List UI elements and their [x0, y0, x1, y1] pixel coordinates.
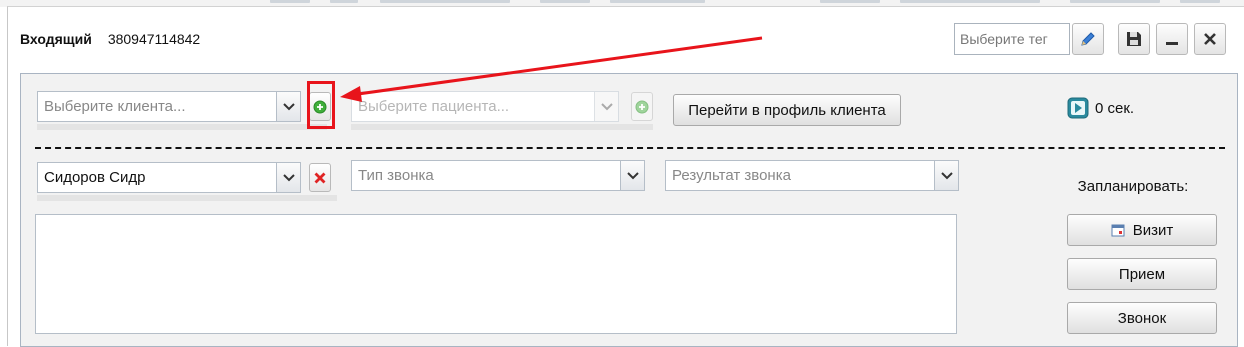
client-select-underline: [37, 124, 327, 130]
dialog-header: Входящий 380947114842: [20, 29, 200, 49]
add-patient-button[interactable]: [631, 92, 653, 121]
tag-select-input[interactable]: [954, 23, 1070, 55]
red-x-icon: [314, 172, 326, 183]
client-select-dropdown-button[interactable]: [276, 92, 300, 121]
floppy-disk-icon: [1127, 32, 1141, 46]
call-result-select-placeholder: Результат звонка: [672, 167, 791, 184]
call-duration: 0 сек.: [1095, 99, 1135, 117]
patient-select[interactable]: Выберите пациента...: [351, 91, 619, 122]
schedule-visit-label: Визит: [1132, 221, 1174, 239]
call-notes-textarea[interactable]: [35, 214, 957, 334]
play-icon[interactable]: [1067, 97, 1089, 119]
close-icon: [1204, 33, 1216, 45]
client-select[interactable]: Выберите клиента...: [37, 91, 301, 122]
remove-contact-button[interactable]: [309, 163, 331, 192]
chevron-down-icon: [282, 173, 295, 181]
client-select-placeholder: Выберите клиента...: [44, 98, 186, 115]
schedule-label: Запланировать:: [1077, 178, 1189, 195]
chevron-down-icon: [626, 171, 639, 179]
schedule-call-button[interactable]: Звонок: [1067, 302, 1217, 334]
patient-select-underline: [351, 124, 653, 130]
minimize-button[interactable]: [1156, 23, 1188, 55]
chevron-down-icon: [600, 102, 613, 110]
call-type-select[interactable]: Тип звонка: [351, 160, 645, 191]
section-divider: [35, 147, 1225, 149]
call-dialog: Входящий 380947114842 Выберите клиента..…: [7, 6, 1244, 347]
call-direction-label: Входящий: [20, 31, 92, 47]
save-button[interactable]: [1118, 23, 1150, 55]
contact-select-underline: [37, 195, 337, 201]
call-details-panel: Выберите клиента... Выберите пациента...: [20, 73, 1238, 347]
chevron-down-icon: [282, 102, 295, 110]
call-timer: 0 сек.: [1067, 97, 1134, 119]
call-result-dropdown-button[interactable]: [934, 161, 958, 190]
minimize-icon: [1166, 42, 1178, 45]
calendar-icon: [1111, 224, 1125, 237]
go-to-client-profile-button[interactable]: Перейти в профиль клиента: [673, 94, 901, 126]
contact-select-value: Сидоров Сидр: [44, 169, 146, 186]
chevron-down-icon: [940, 171, 953, 179]
call-type-dropdown-button[interactable]: [620, 161, 644, 190]
close-button[interactable]: [1194, 23, 1226, 55]
pencil-icon: [1081, 32, 1095, 46]
edit-tag-button[interactable]: [1072, 23, 1104, 55]
call-type-select-placeholder: Тип звонка: [358, 167, 434, 184]
green-plus-circle-icon: [635, 100, 649, 113]
contact-select-dropdown-button[interactable]: [276, 163, 300, 192]
call-result-select[interactable]: Результат звонка: [665, 160, 959, 191]
annotation-highlight-box: [307, 81, 335, 129]
patient-select-dropdown-button[interactable]: [594, 92, 618, 121]
schedule-visit-button[interactable]: Визит: [1067, 214, 1217, 246]
contact-select[interactable]: Сидоров Сидр: [37, 162, 301, 193]
patient-select-placeholder: Выберите пациента...: [358, 98, 510, 115]
phone-number: 380947114842: [107, 31, 201, 47]
schedule-appointment-button[interactable]: Прием: [1067, 258, 1217, 290]
